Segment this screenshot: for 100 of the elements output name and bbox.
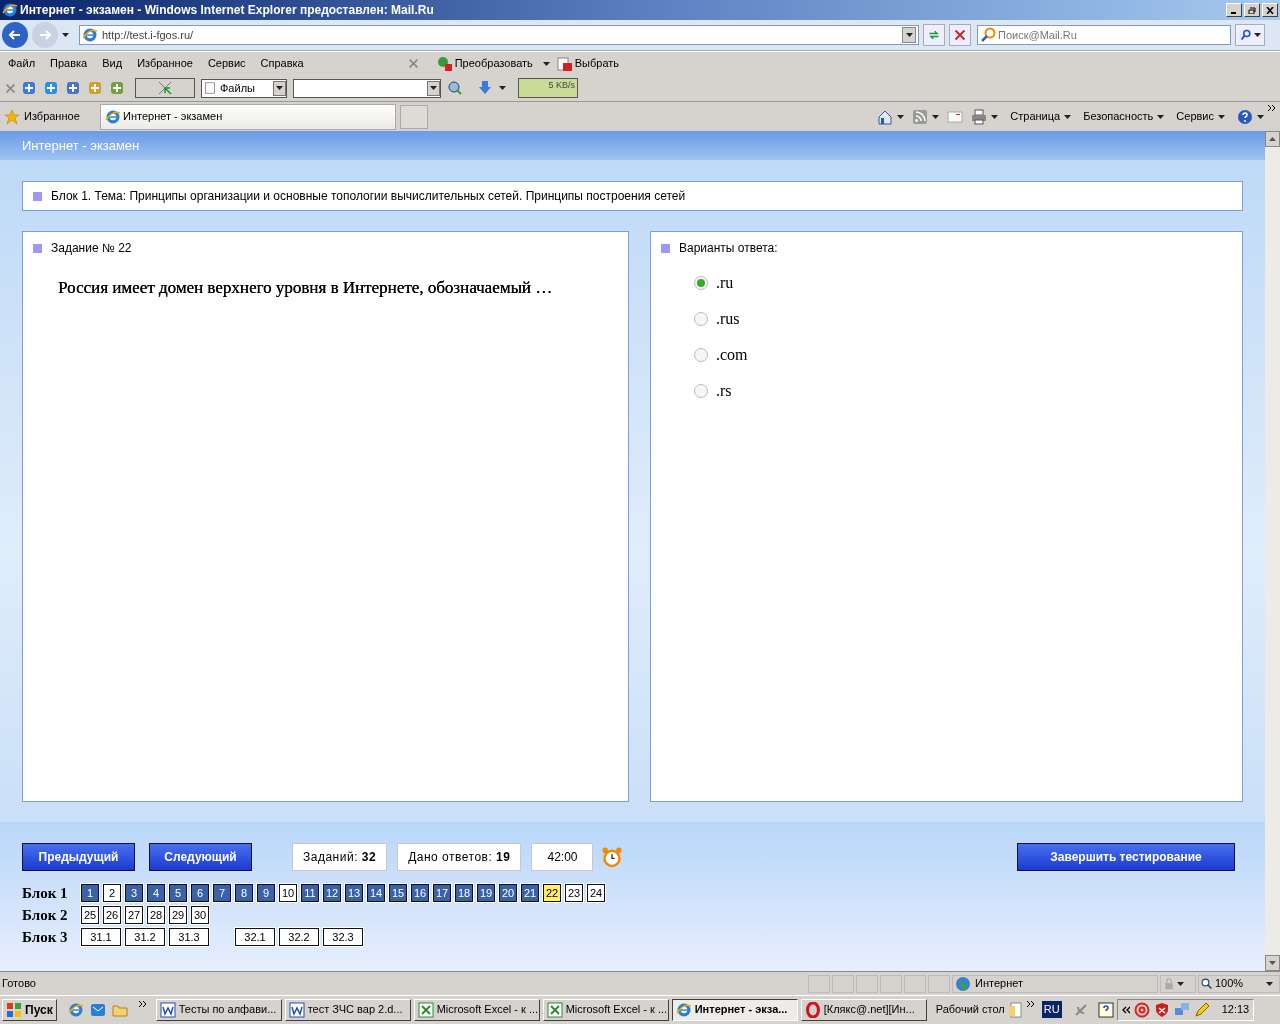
question-number[interactable]: 23 [565, 884, 583, 902]
finish-button[interactable]: Завершить тестирование [1017, 843, 1235, 871]
help-icon[interactable] [1237, 108, 1253, 125]
scrollbar[interactable] [1265, 131, 1280, 971]
help-icon[interactable] [1097, 1001, 1114, 1018]
files-dropdown[interactable]: Файлы [201, 78, 287, 98]
question-number[interactable]: 26 [103, 906, 121, 924]
question-number[interactable]: 30 [191, 906, 209, 924]
question-number[interactable]: 10 [279, 884, 297, 902]
question-number[interactable]: 6 [191, 884, 209, 902]
back-button[interactable] [2, 22, 28, 48]
question-number[interactable]: 1 [81, 884, 99, 902]
question-number[interactable]: 5 [169, 884, 187, 902]
question-number[interactable]: 11 [301, 884, 319, 902]
search-button[interactable] [1235, 24, 1265, 46]
question-number[interactable]: 31.3 [169, 928, 209, 946]
question-number[interactable]: 21 [521, 884, 539, 902]
cursor-button[interactable] [135, 78, 195, 98]
answer-option[interactable]: .ru [716, 271, 734, 295]
taskbar-button[interactable]: Тесты по алфави... [155, 998, 282, 1021]
home-icon[interactable] [877, 108, 894, 125]
search-field[interactable]: Поиск@Mail.Ru [977, 25, 1231, 45]
question-number[interactable]: 4 [147, 884, 165, 902]
mail-icon[interactable] [89, 1001, 106, 1018]
convert-button[interactable]: Преобразовать [454, 55, 533, 72]
menu-item[interactable]: Избранное [137, 55, 193, 72]
question-number[interactable]: 12 [323, 884, 341, 902]
question-number[interactable]: 16 [411, 884, 429, 902]
answer-option[interactable]: .rs [716, 379, 732, 403]
question-number[interactable]: 32.3 [323, 928, 363, 946]
next-button[interactable]: Следующий [149, 843, 252, 871]
address-field[interactable]: http://test.i-fgos.ru/ [79, 25, 919, 45]
menu-item[interactable]: Справка [260, 55, 304, 72]
shield-icon[interactable] [1153, 1001, 1170, 1018]
previous-button[interactable]: Предыдущий [22, 843, 135, 871]
answer-option[interactable]: .com [716, 343, 748, 367]
question-number[interactable]: 31.1 [81, 928, 121, 946]
question-number[interactable]: 22 [543, 884, 561, 902]
taskbar-button[interactable]: Microsoft Excel - к ... [413, 998, 540, 1021]
question-number[interactable]: 13 [345, 884, 363, 902]
taskbar-button[interactable]: Microsoft Excel - к ... [542, 998, 669, 1021]
mail-icon[interactable] [947, 108, 964, 125]
toolbar-icon[interactable] [65, 80, 81, 96]
radio-button[interactable] [694, 276, 708, 290]
question-number[interactable]: 27 [125, 906, 143, 924]
question-number[interactable]: 28 [147, 906, 165, 924]
browser-tab[interactable]: Интернет - экзамен [100, 103, 396, 130]
restore-button[interactable] [1244, 3, 1260, 17]
taskbar-button[interactable]: тест ЗЧС вар 2.d... [284, 998, 411, 1021]
radio-button[interactable] [694, 348, 708, 362]
answer-option[interactable]: .rus [716, 307, 740, 331]
command-menu[interactable]: Сервис [1176, 108, 1225, 125]
menu-item[interactable]: Сервис [207, 55, 246, 72]
close-button[interactable] [1262, 3, 1278, 17]
globe-e-icon [675, 1001, 692, 1018]
toolbar-icon[interactable] [87, 80, 103, 96]
select-button[interactable]: Выбрать [574, 55, 620, 72]
question-number[interactable]: 32.1 [235, 928, 275, 946]
rss-icon[interactable] [912, 108, 929, 125]
download-icon[interactable] [477, 80, 493, 96]
refresh-button[interactable] [923, 24, 945, 46]
radio-button[interactable] [694, 312, 708, 326]
question-number[interactable]: 20 [499, 884, 517, 902]
stop-button[interactable] [949, 24, 971, 46]
menu-item[interactable]: Файл [8, 55, 36, 72]
question-number[interactable]: 7 [213, 884, 231, 902]
question-number[interactable]: 24 [587, 884, 605, 902]
zoom-button[interactable]: 100% [1198, 974, 1280, 993]
taskbar-button[interactable]: [Клякс@.net][Ин... [800, 998, 927, 1021]
radio-button[interactable] [694, 384, 708, 398]
language-indicator[interactable]: RU [1041, 1001, 1062, 1018]
question-number[interactable]: 18 [455, 884, 473, 902]
printer-icon[interactable] [971, 108, 988, 125]
question-number[interactable]: 19 [477, 884, 495, 902]
question-number[interactable]: 29 [169, 906, 187, 924]
favorites-button[interactable]: Избранное [24, 108, 96, 125]
menu-item[interactable]: Правка [50, 55, 88, 72]
toolbar-icon[interactable] [109, 80, 125, 96]
taskbar-button[interactable]: Интернет - экза... [671, 998, 798, 1021]
question-number[interactable]: 14 [367, 884, 385, 902]
minimize-button[interactable] [1226, 3, 1242, 17]
start-button[interactable]: Пуск [2, 998, 57, 1021]
toolbar-icon[interactable] [43, 80, 59, 96]
pencil-icon[interactable] [1193, 1001, 1210, 1018]
question-number[interactable]: 8 [235, 884, 253, 902]
question-number[interactable]: 32.2 [279, 928, 319, 946]
question-number[interactable]: 17 [433, 884, 451, 902]
question-number[interactable]: 25 [81, 906, 99, 924]
question-number[interactable]: 15 [389, 884, 407, 902]
toolbar-icon[interactable] [21, 80, 37, 96]
question-number[interactable]: 3 [125, 884, 143, 902]
menu-item[interactable]: Вид [102, 55, 123, 72]
network-icon[interactable] [1173, 1001, 1190, 1018]
text-field[interactable] [293, 78, 441, 98]
question-number[interactable]: 31.2 [125, 928, 165, 946]
search-icon[interactable] [447, 80, 463, 96]
command-menu[interactable]: Страница [1010, 108, 1072, 125]
question-number[interactable]: 9 [257, 884, 275, 902]
command-menu[interactable]: Безопасность [1083, 108, 1165, 125]
question-number[interactable]: 2 [103, 884, 121, 902]
